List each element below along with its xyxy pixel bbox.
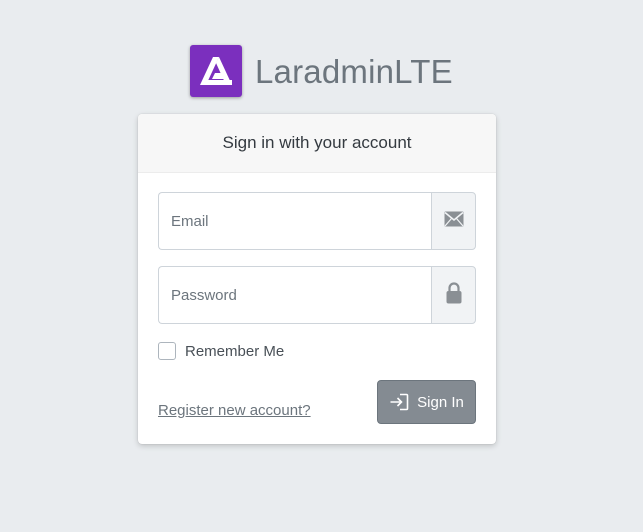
laradmin-logo-icon xyxy=(190,45,242,97)
remember-me-checkbox[interactable] xyxy=(158,342,176,360)
email-input-group xyxy=(158,192,476,250)
login-card: Sign in with your account Email Remember… xyxy=(138,114,496,444)
password-input[interactable] xyxy=(158,266,431,324)
remember-me-label[interactable]: Remember Me xyxy=(185,343,284,360)
lock-icon xyxy=(446,281,462,309)
password-addon xyxy=(431,266,476,324)
register-link[interactable]: Register new account? xyxy=(158,402,311,419)
password-input-group xyxy=(158,266,476,324)
sign-in-icon xyxy=(389,393,409,411)
sign-in-label: Sign In xyxy=(417,393,464,411)
remember-me: Remember Me xyxy=(158,342,284,360)
email-input[interactable] xyxy=(158,192,431,250)
sign-in-button[interactable]: Sign In xyxy=(377,380,476,424)
card-header: Sign in with your account xyxy=(138,114,496,173)
envelope-icon xyxy=(443,211,464,232)
email-addon xyxy=(431,192,476,250)
brand-name: LaradminLTE xyxy=(255,52,453,90)
brand: LaradminLTE xyxy=(190,44,453,98)
